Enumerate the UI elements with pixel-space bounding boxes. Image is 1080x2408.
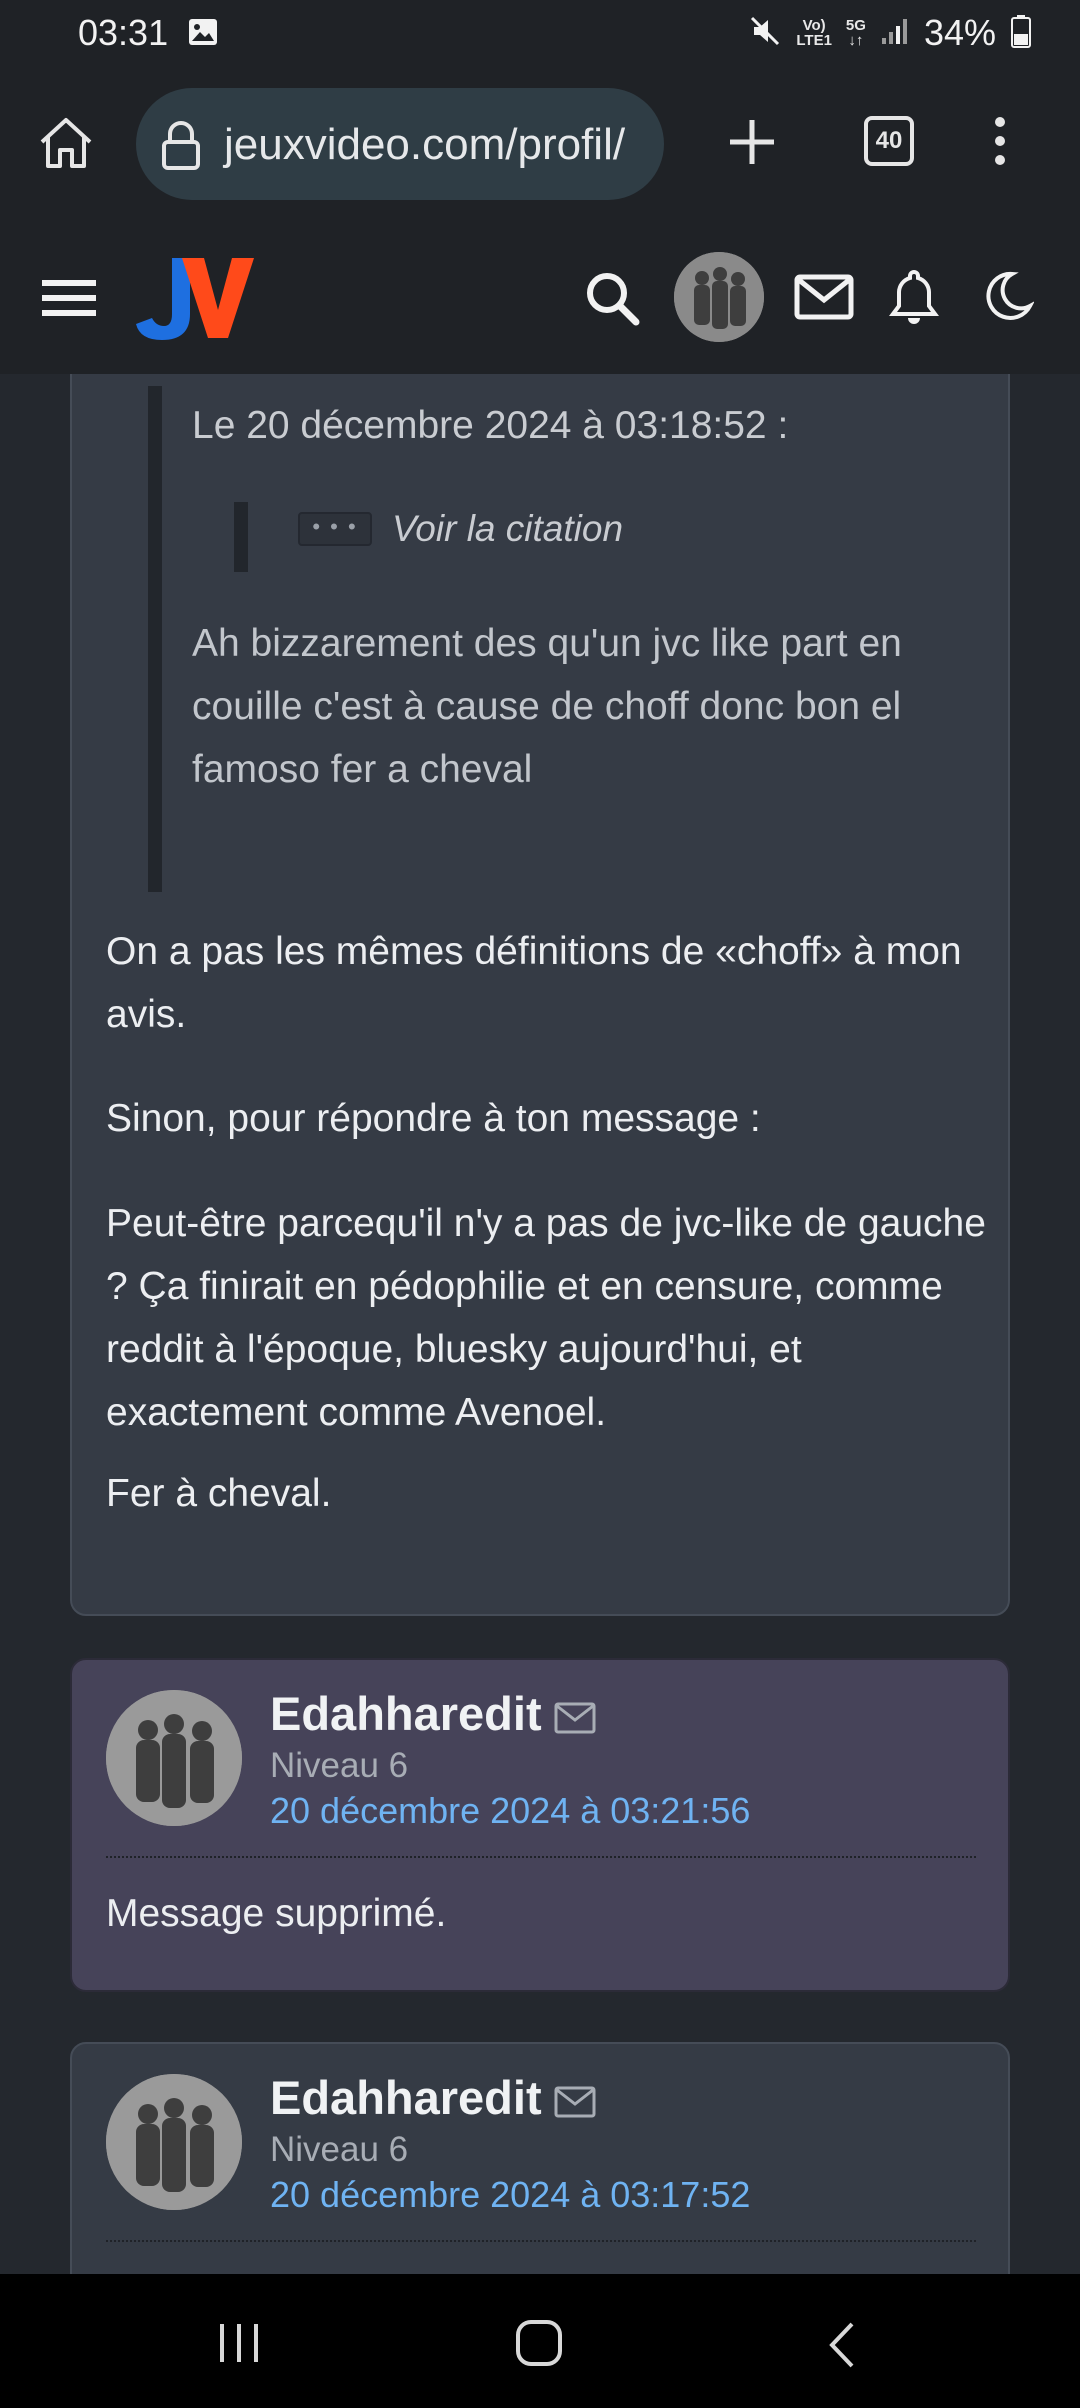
view-quote-link[interactable]: Voir la citation: [392, 508, 623, 550]
message-date-link[interactable]: 20 décembre 2024 à 03:17:52: [270, 2174, 750, 2216]
back-arrow-icon[interactable]: [826, 2320, 856, 2375]
network-5g-indicator: 5G ↓↑: [845, 17, 866, 49]
address-bar[interactable]: jeuxvideo.com/profil/: [136, 88, 664, 200]
dark-mode-moon-icon[interactable]: [980, 270, 1035, 329]
author-avatar[interactable]: [106, 2074, 242, 2210]
divider: [106, 2240, 976, 2242]
message-card: Edahharedit Niveau 6 20 décembre 2024 à …: [70, 2042, 1010, 2274]
author-name[interactable]: Edahharedit: [270, 2070, 542, 2125]
author-avatar[interactable]: [106, 1690, 242, 1826]
status-icons: Vo) LTE1 5G ↓↑ 34%: [748, 10, 1032, 56]
author-name[interactable]: Edahharedit: [270, 1686, 542, 1741]
quote-header: Le 20 décembre 2024 à 03:18:52 :: [192, 404, 789, 447]
jv-logo[interactable]: [132, 252, 258, 344]
lock-icon: [158, 120, 204, 175]
volte-indicator: Vo) LTE1: [796, 17, 832, 49]
home-button-icon[interactable]: [516, 2320, 562, 2366]
message-card: Le 20 décembre 2024 à 03:18:52 : • • • V…: [70, 374, 1010, 1616]
search-icon[interactable]: [584, 270, 640, 331]
message-card: Edahharedit Niveau 6 20 décembre 2024 à …: [70, 1658, 1010, 1992]
post-paragraph: Peut-être parcequ'il n'y a pas de jvc-li…: [106, 1202, 986, 1434]
bell-icon[interactable]: [888, 268, 940, 331]
user-avatar[interactable]: [674, 252, 764, 342]
hamburger-menu-icon[interactable]: [42, 278, 96, 323]
new-tab-plus-icon[interactable]: [726, 116, 778, 173]
post-paragraph: Fer à cheval.: [106, 1472, 332, 1515]
post-paragraph: On a pas les mêmes définitions de «choff…: [106, 930, 962, 1036]
home-icon[interactable]: [36, 114, 96, 177]
divider: [106, 1856, 976, 1858]
message-body: Message supprimé.: [106, 1892, 447, 1935]
url-text: jeuxvideo.com/profil/: [224, 120, 626, 169]
author-level: Niveau 6: [270, 1746, 409, 1785]
browser-toolbar: jeuxvideo.com/profil/ 40: [0, 66, 1080, 220]
tab-switcher-button[interactable]: 40: [864, 116, 914, 166]
signal-icon: [880, 16, 910, 51]
status-time: 03:31: [78, 12, 169, 53]
site-header: [0, 220, 1080, 374]
send-mp-mail-icon[interactable]: [554, 2086, 596, 2123]
quote-text: Ah bizzarement des qu'un jvc like part e…: [192, 622, 902, 791]
quote-bar: [148, 386, 162, 892]
messages-list: Le 20 décembre 2024 à 03:18:52 : • • • V…: [0, 374, 1080, 2274]
nested-quote-bar: [234, 502, 248, 572]
battery-percent: 34%: [923, 12, 996, 53]
expand-quote-button[interactable]: • • •: [298, 512, 372, 546]
author-level: Niveau 6: [270, 2130, 409, 2169]
battery-icon: [1010, 14, 1032, 53]
status-bar: 03:31 Vo) LTE1 5G ↓↑ 34%: [0, 0, 1080, 66]
message-date-link[interactable]: 20 décembre 2024 à 03:21:56: [270, 1790, 750, 1832]
mail-icon[interactable]: [794, 274, 854, 325]
mute-icon: [748, 14, 782, 53]
send-mp-mail-icon[interactable]: [554, 1702, 596, 1739]
gallery-notification-icon: [188, 18, 218, 51]
more-options-icon[interactable]: [990, 116, 1010, 171]
recent-apps-icon[interactable]: [214, 2322, 264, 2369]
post-paragraph: Sinon, pour répondre à ton message :: [106, 1097, 761, 1140]
system-navigation-bar: [0, 2274, 1080, 2408]
